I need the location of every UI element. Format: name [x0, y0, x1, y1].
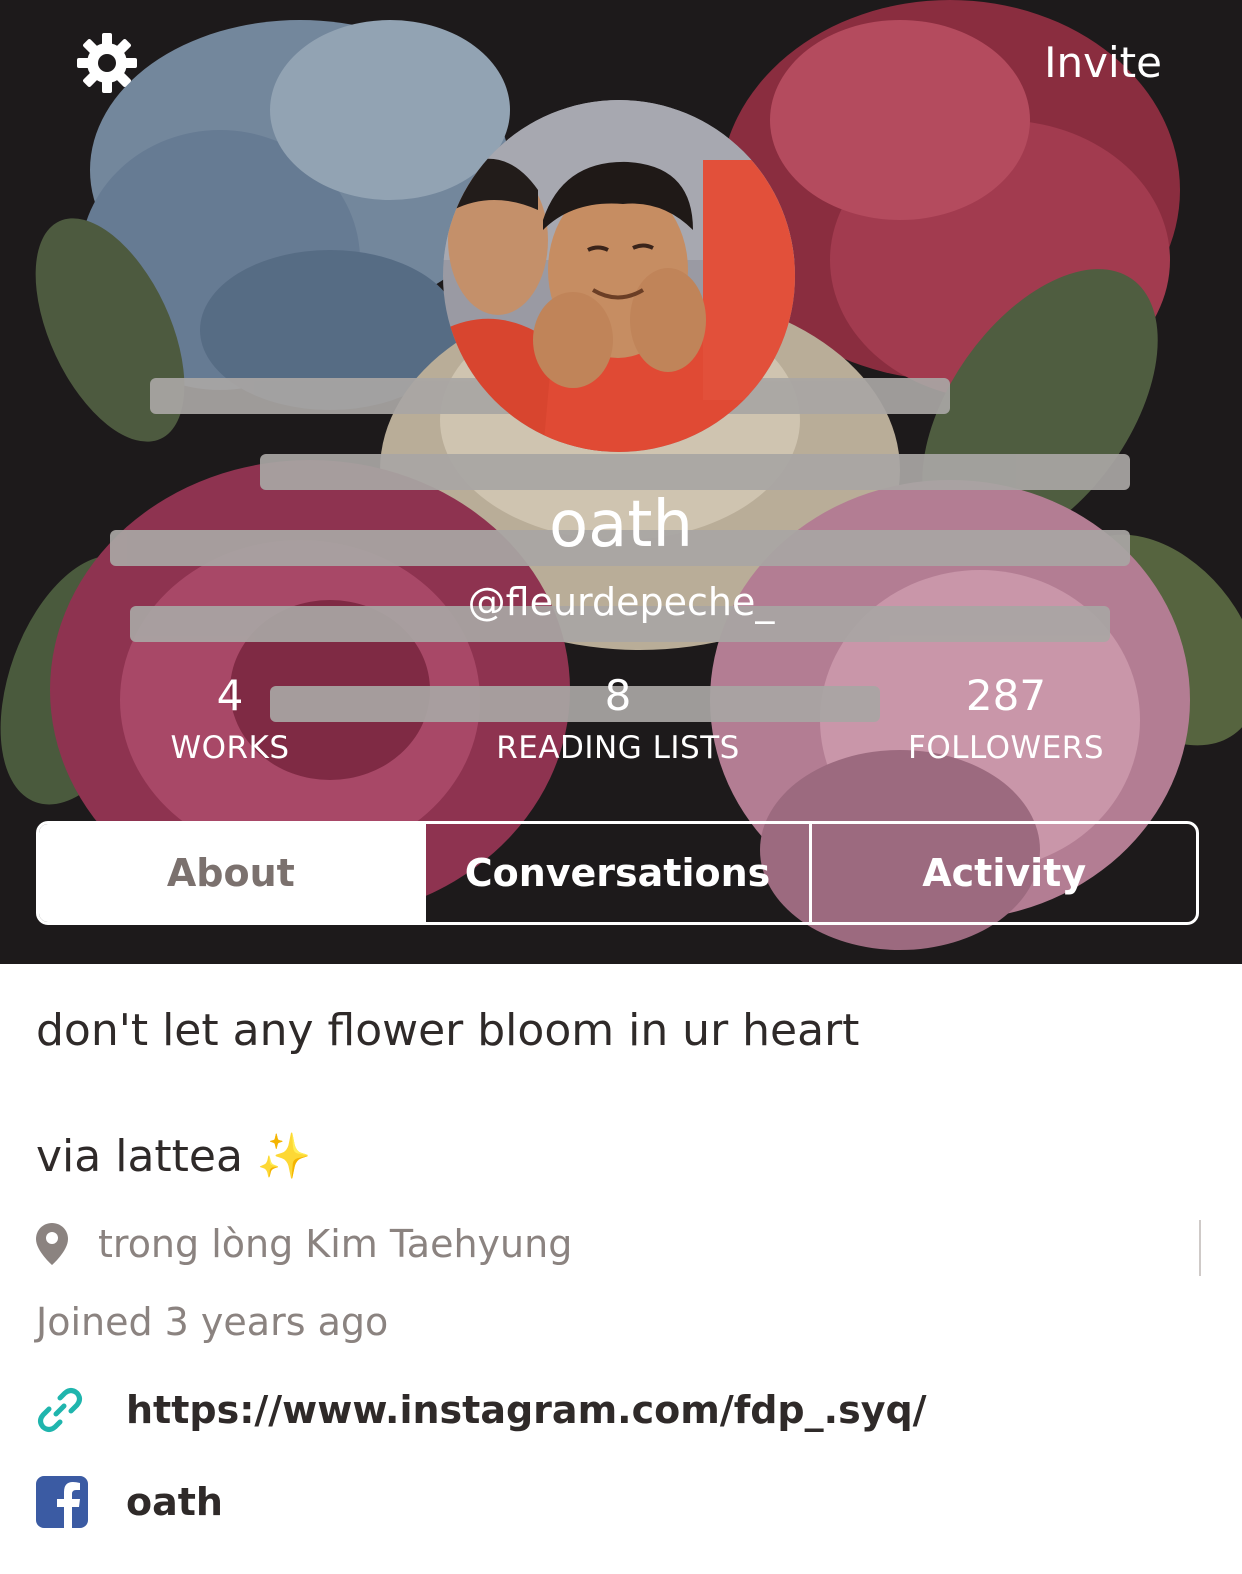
website-row[interactable]: https://www.instagram.com/fdp_.syq/ — [36, 1386, 927, 1434]
display-name: oath — [548, 488, 694, 562]
joined-date: Joined 3 years ago — [36, 1300, 389, 1344]
divider — [1199, 1220, 1201, 1276]
map-pin-icon — [36, 1223, 68, 1265]
stat-works[interactable]: 4 WORKS — [30, 672, 430, 768]
link-icon — [38, 1388, 82, 1432]
stat-followers[interactable]: 287 FOLLOWERS — [806, 672, 1206, 768]
facebook-name[interactable]: oath — [126, 1480, 223, 1524]
stat-label: FOLLOWERS — [907, 730, 1105, 766]
stat-value: 4 — [216, 671, 244, 720]
stat-reading-lists[interactable]: 8 READING LISTS — [418, 672, 818, 768]
username-handle: @fleurdepeche_ — [467, 580, 775, 624]
facebook-icon — [36, 1476, 88, 1528]
tab-conversations[interactable]: Conversations — [422, 824, 810, 922]
facebook-row[interactable]: oath — [36, 1476, 223, 1528]
invite-button[interactable]: Invite — [1044, 38, 1162, 87]
bio-line: via lattea ✨ — [36, 1131, 312, 1182]
tab-activity[interactable]: Activity — [809, 824, 1196, 922]
profile-tabs: About Conversations Activity — [36, 821, 1199, 925]
location-text: trong lòng Kim Taehyung — [98, 1222, 573, 1266]
website-link[interactable]: https://www.instagram.com/fdp_.syq/ — [126, 1388, 927, 1432]
stat-value: 8 — [604, 671, 632, 720]
location-row: trong lòng Kim Taehyung — [36, 1222, 572, 1266]
avatar[interactable] — [443, 100, 795, 452]
stat-value: 287 — [965, 671, 1047, 720]
stat-label: READING LISTS — [496, 730, 740, 766]
profile-header: Invite oath @fleurdepeche_ 4 WORKS 8 REA… — [0, 0, 1242, 964]
stat-label: WORKS — [170, 730, 290, 766]
gear-icon[interactable] — [74, 30, 140, 96]
tab-about[interactable]: About — [39, 824, 423, 922]
bio-line: don't let any flower bloom in ur heart — [36, 1005, 860, 1056]
